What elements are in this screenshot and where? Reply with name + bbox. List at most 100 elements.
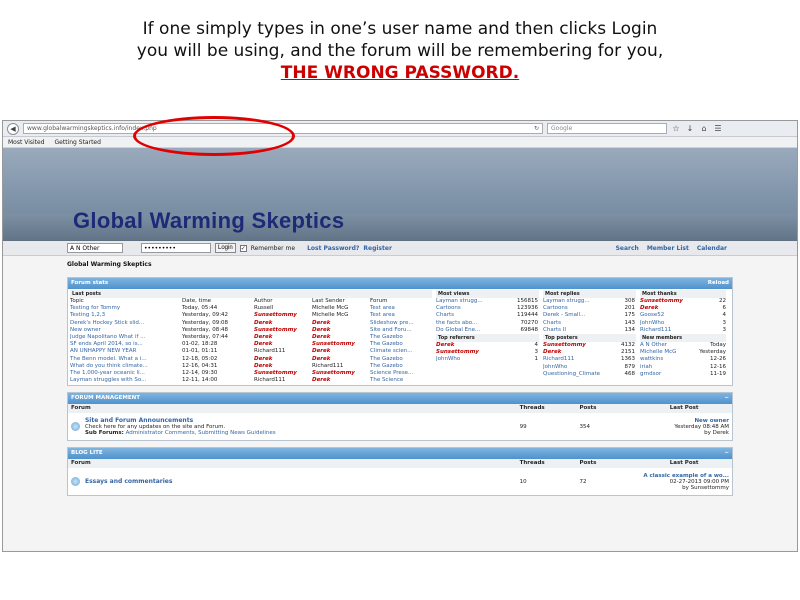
- member-list-link[interactable]: Member List: [647, 245, 689, 252]
- stats-cell[interactable]: Charts: [543, 320, 613, 327]
- stats-row: Layman strugg... 308: [543, 298, 636, 305]
- subforum-link[interactable]: Administrator Comments,: [126, 430, 197, 436]
- register-link[interactable]: Register: [363, 245, 392, 252]
- breadcrumb[interactable]: Global Warming Skeptics: [67, 261, 733, 268]
- stats-cell: Richard111: [312, 362, 344, 369]
- stats-cell[interactable]: Cartoons: [436, 305, 516, 312]
- stats-cell: 12-18, 05:02: [182, 355, 218, 362]
- stats-cell[interactable]: AN UNHAPPY NEW YEAR: [70, 348, 182, 355]
- forum-info: Essays and commentaries: [85, 478, 520, 485]
- caption-line-1: If one simply types in one’s user name a…: [142, 19, 658, 39]
- stats-cell[interactable]: Do Global Ene...: [436, 327, 516, 334]
- stats-cell: 2151: [621, 349, 635, 356]
- stats-row: New owner Yesterday, 08:48 Sunsettommy Dere…: [70, 327, 432, 334]
- stats-cell[interactable]: Derek: [436, 342, 516, 349]
- header-posts: Posts: [579, 460, 597, 467]
- stats-row: JohnWho 879: [543, 364, 636, 371]
- stats-cell[interactable]: Richard111: [543, 356, 613, 363]
- header-forum: Forum: [71, 460, 91, 467]
- stats-row: Layman struggles with So... 12-11, 14:00 R…: [70, 377, 432, 384]
- stats-cell: Derek: [312, 348, 331, 355]
- stats-cell[interactable]: Layman strugg...: [543, 298, 613, 305]
- forum-threads: 99: [519, 423, 527, 430]
- forum-title[interactable]: Essays and commentaries: [85, 478, 520, 485]
- caption-line-2: you will be using, and the forum will be…: [136, 41, 664, 61]
- stats-row: AN UNHAPPY NEW YEAR 01-01, 01:11 Richard11…: [70, 348, 432, 355]
- stats-cell[interactable]: JohnWho: [543, 364, 613, 371]
- stats-cell[interactable]: JohnWho: [640, 320, 704, 327]
- stats-cell: Russell: [254, 305, 274, 312]
- reload-link[interactable]: Reload: [708, 278, 729, 289]
- stats-cell[interactable]: Derek: [543, 349, 613, 356]
- menu-icon[interactable]: ☰: [713, 124, 723, 133]
- stats-cell[interactable]: Sunsettommy: [543, 342, 613, 349]
- forum-last-post: New owner Yesterday 08:48 AM by Derek: [639, 418, 729, 436]
- stats-cell[interactable]: The 1,000-year oceanic li...: [70, 370, 182, 377]
- stats-cell[interactable]: Derek's Hockey Stick slid...: [70, 320, 182, 327]
- stats-cell[interactable]: Judge Napolitano What if ...: [70, 334, 182, 341]
- stats-cell[interactable]: Derek - Small...: [543, 312, 613, 319]
- forum-management-title[interactable]: FORUM MANAGEMENT: [71, 393, 140, 404]
- stats-cell[interactable]: SF ends April 2014, so is...: [70, 341, 182, 348]
- forum-stats-title[interactable]: Forum stats: [71, 278, 108, 289]
- stats-cell[interactable]: Cartoons: [543, 305, 613, 312]
- stats-row: What do you think climate... 12-16, 04:31…: [70, 363, 432, 370]
- stats-cell[interactable]: Layman strugg...: [436, 298, 516, 305]
- lost-password-link[interactable]: Lost Password?: [307, 245, 359, 252]
- stats-cell: Sunsettommy: [312, 341, 355, 348]
- stats-cell[interactable]: Testing for Tommy: [70, 305, 182, 312]
- stats-cell[interactable]: Michelle McG: [640, 349, 690, 356]
- stats-cell[interactable]: grndsor: [640, 371, 690, 378]
- calendar-link[interactable]: Calendar: [697, 245, 727, 252]
- collapse-icon[interactable]: −: [724, 393, 729, 404]
- collapse-icon[interactable]: −: [724, 448, 729, 459]
- last-post-author[interactable]: by Sunsettommy: [639, 485, 729, 491]
- stats-cell[interactable]: The Benn model. What a i...: [70, 356, 182, 363]
- reload-icon[interactable]: ↻: [534, 124, 539, 133]
- stats-cell[interactable]: wattkins: [640, 356, 690, 363]
- stats-cell: 12-11, 14:00: [182, 377, 218, 384]
- forum-title[interactable]: Site and Forum Announcements: [85, 417, 520, 424]
- stats-cell[interactable]: Goose52: [640, 312, 704, 319]
- subforum-link[interactable]: Submitting News Guidelines: [198, 430, 275, 436]
- stats-cell[interactable]: Charts II: [543, 327, 613, 334]
- stats-cell[interactable]: Questioning_Climate: [543, 371, 613, 378]
- bookmark-most-visited[interactable]: Most Visited: [8, 137, 45, 147]
- last-post-link[interactable]: A classic example of a wo...: [639, 473, 729, 479]
- stats-cell[interactable]: Derek: [640, 305, 704, 312]
- stats-cell[interactable]: What do you think climate...: [70, 363, 182, 370]
- stats-row: SF ends April 2014, so is... 01-02, 18:28…: [70, 341, 432, 348]
- stats-cell: The Gazebo: [370, 341, 403, 348]
- stats-cell[interactable]: Richard111: [640, 327, 704, 334]
- stats-cell[interactable]: Layman struggles with So...: [70, 377, 182, 384]
- stats-row: Richard111 1363: [543, 356, 636, 363]
- password-input[interactable]: [141, 243, 211, 253]
- blog-lite-title[interactable]: BLOG LITE: [71, 448, 103, 459]
- stats-cell[interactable]: Testing 1,2,3: [70, 312, 182, 319]
- header-last-post: Last Post: [669, 460, 699, 467]
- browser-search-input[interactable]: Google: [547, 123, 667, 134]
- login-button[interactable]: Login: [215, 243, 236, 253]
- home-icon[interactable]: ⌂: [699, 124, 709, 133]
- stats-row: Judge Napolitano What if ... Yesterday, 0…: [70, 334, 432, 341]
- download-icon[interactable]: ↓: [685, 124, 695, 133]
- bookmark-star-icon[interactable]: ☆: [671, 124, 681, 133]
- stats-cell[interactable]: Charts: [436, 312, 516, 319]
- stats-cell[interactable]: the facts abo...: [436, 320, 516, 327]
- stats-cell: 12-16: [710, 363, 726, 370]
- stats-cell[interactable]: Sunsettommy: [436, 349, 516, 356]
- back-icon[interactable]: ◀: [7, 122, 19, 135]
- most-replies-col: Most replies Layman strugg... 308 Cartoons…: [541, 289, 638, 385]
- stats-cell[interactable]: A N Other: [640, 342, 690, 349]
- search-link[interactable]: Search: [616, 245, 639, 252]
- stats-cell[interactable]: iriah: [640, 364, 690, 371]
- remember-me-checkbox[interactable]: ✓: [239, 244, 247, 252]
- username-input[interactable]: [67, 243, 123, 253]
- stats-cell[interactable]: Sunsettommy: [640, 298, 704, 305]
- stats-cell: Sunsettommy: [254, 312, 297, 319]
- last-post-author[interactable]: by Derek: [639, 430, 729, 436]
- stats-cell[interactable]: JohnWho: [436, 356, 516, 363]
- stats-cell[interactable]: New owner: [70, 327, 182, 334]
- bookmark-getting-started[interactable]: Getting Started: [55, 137, 101, 147]
- slide-caption: If one simply types in one’s user name a…: [0, 0, 800, 84]
